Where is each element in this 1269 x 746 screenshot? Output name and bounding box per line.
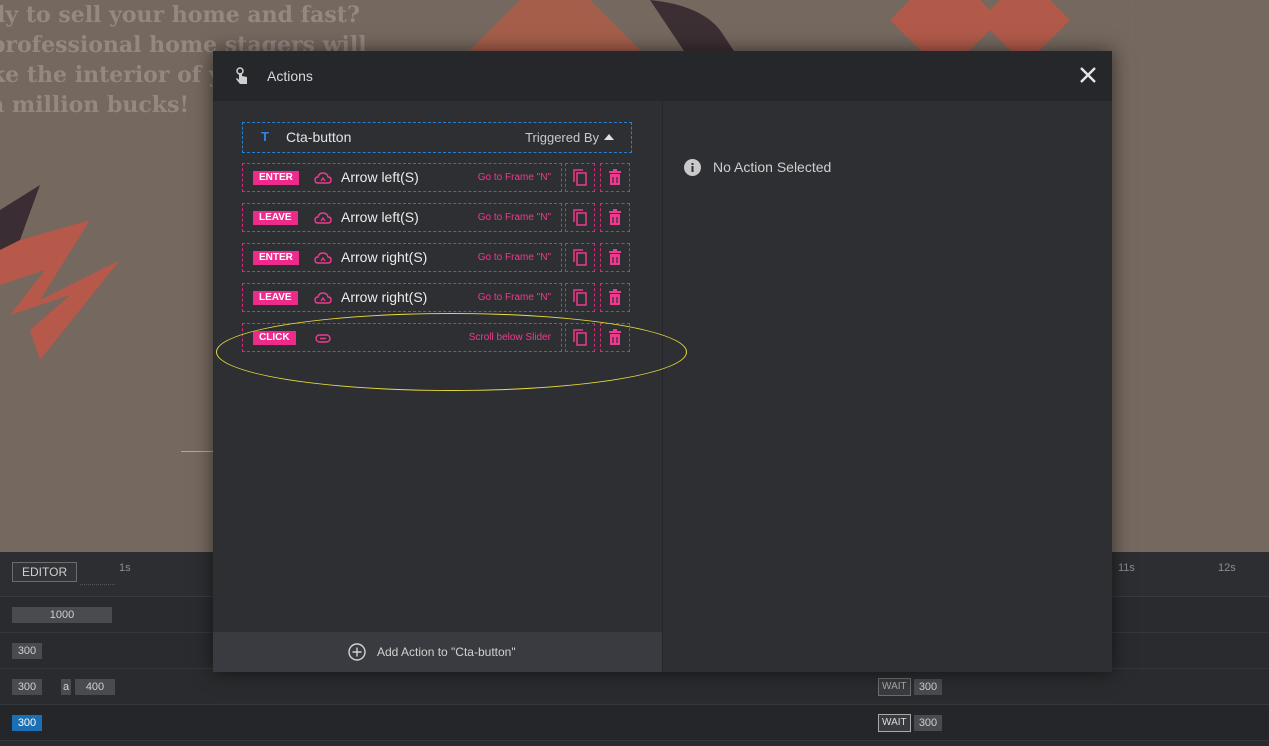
- timeline-tick: 12s: [1218, 562, 1236, 574]
- action-target: Arrow left(S): [341, 169, 419, 185]
- plus-circle-icon: [348, 643, 366, 661]
- action-description: Go to Frame "N": [477, 292, 551, 303]
- action-row[interactable]: LEAVE Arrow right(S) Go to Frame "N": [242, 283, 630, 312]
- layout-guide-line: [1131, 0, 1132, 552]
- action-summary[interactable]: CLICK Scroll below Slider: [242, 323, 562, 352]
- action-target: Arrow right(S): [341, 289, 428, 305]
- cloud-icon: [314, 252, 332, 264]
- no-action-message: No Action Selected: [713, 159, 832, 175]
- touch-hand-icon: [236, 67, 247, 84]
- delete-button[interactable]: [600, 283, 630, 312]
- decorative-divider: [181, 451, 213, 452]
- modal-header: Actions: [213, 51, 1112, 101]
- event-badge: CLICK: [253, 331, 296, 345]
- add-action-label: Add Action to "Cta-button": [377, 645, 516, 659]
- action-summary[interactable]: ENTER Arrow left(S) Go to Frame "N": [242, 163, 562, 192]
- caret-up-icon[interactable]: [604, 134, 614, 140]
- delete-button[interactable]: [600, 323, 630, 352]
- cloud-icon: [314, 292, 332, 304]
- action-summary[interactable]: ENTER Arrow right(S) Go to Frame "N": [242, 243, 562, 272]
- copy-icon: [573, 209, 587, 226]
- copy-icon: [573, 249, 587, 266]
- cloud-icon: [314, 212, 332, 224]
- action-row[interactable]: ENTER Arrow right(S) Go to Frame "N": [242, 243, 630, 272]
- cloud-icon: [314, 172, 332, 184]
- delete-button[interactable]: [600, 163, 630, 192]
- trash-icon: [609, 329, 621, 345]
- delay-marker[interactable]: a: [61, 679, 71, 695]
- action-summary[interactable]: LEAVE Arrow right(S) Go to Frame "N": [242, 283, 562, 312]
- delete-button[interactable]: [600, 203, 630, 232]
- duplicate-button[interactable]: [565, 163, 595, 192]
- wait-value[interactable]: 300: [914, 715, 942, 731]
- action-description: Go to Frame "N": [477, 172, 551, 183]
- wait-label: WAIT: [878, 678, 911, 696]
- wait-label: WAIT: [878, 714, 911, 732]
- info-icon: [684, 159, 701, 176]
- action-description: Go to Frame "N": [477, 212, 551, 223]
- copy-icon: [573, 289, 587, 306]
- action-target: Arrow left(S): [341, 209, 419, 225]
- action-row[interactable]: ENTER Arrow left(S) Go to Frame "N": [242, 163, 630, 192]
- duplicate-button[interactable]: [565, 283, 595, 312]
- timeline-tick: 11s: [1118, 562, 1135, 574]
- duration-chip[interactable]: 300: [12, 679, 42, 695]
- editor-button[interactable]: EDITOR: [12, 562, 78, 582]
- delete-button[interactable]: [600, 243, 630, 272]
- timeline-ruler: [80, 582, 115, 585]
- action-target: Arrow right(S): [341, 249, 428, 265]
- close-icon[interactable]: [1078, 65, 1098, 85]
- duplicate-button[interactable]: [565, 243, 595, 272]
- trash-icon: [609, 209, 621, 225]
- trigger-layer-row[interactable]: T Cta-button Triggered By: [242, 122, 632, 153]
- trash-icon: [609, 249, 621, 265]
- duration-chip[interactable]: 400: [75, 679, 115, 695]
- link-icon: [315, 334, 331, 343]
- timeline-row: 300 a 400 WAIT 300: [0, 669, 1269, 705]
- copy-icon: [573, 329, 587, 346]
- timeline-tick: 1s: [119, 562, 131, 574]
- text-layer-icon: T: [261, 129, 269, 144]
- event-badge: LEAVE: [253, 291, 298, 305]
- action-summary[interactable]: LEAVE Arrow left(S) Go to Frame "N": [242, 203, 562, 232]
- trigger-layer-name: Cta-button: [286, 129, 352, 145]
- copy-icon: [573, 169, 587, 186]
- add-action-button[interactable]: Add Action to "Cta-button": [213, 632, 662, 672]
- event-badge: ENTER: [253, 251, 299, 265]
- trash-icon: [609, 169, 621, 185]
- trash-icon: [609, 289, 621, 305]
- action-row[interactable]: LEAVE Arrow left(S) Go to Frame "N": [242, 203, 630, 232]
- action-description: Go to Frame "N": [477, 252, 551, 263]
- actions-list-pane: T Cta-button Triggered By ENTER Arrow le…: [213, 101, 663, 672]
- decorative-zigzag-shape: [0, 185, 120, 360]
- action-detail-pane: No Action Selected: [663, 101, 1112, 672]
- actions-modal: Actions T Cta-button Triggered By ENTER …: [213, 51, 1112, 672]
- action-description: Scroll below Slider: [468, 332, 551, 343]
- timeline-row-selected: 300 WAIT 300: [0, 705, 1269, 741]
- action-row[interactable]: CLICK Scroll below Slider: [242, 323, 630, 352]
- event-badge: ENTER: [253, 171, 299, 185]
- duplicate-button[interactable]: [565, 203, 595, 232]
- duplicate-button[interactable]: [565, 323, 595, 352]
- wait-value[interactable]: 300: [914, 679, 942, 695]
- duration-chip[interactable]: 1000: [12, 607, 112, 623]
- modal-title: Actions: [267, 68, 313, 84]
- event-badge: LEAVE: [253, 211, 298, 225]
- triggered-by-toggle[interactable]: Triggered By: [525, 130, 599, 145]
- duration-chip[interactable]: 300: [12, 715, 42, 731]
- slide-line: dy to sell your home and fast?: [0, 2, 360, 28]
- duration-chip[interactable]: 300: [12, 643, 42, 659]
